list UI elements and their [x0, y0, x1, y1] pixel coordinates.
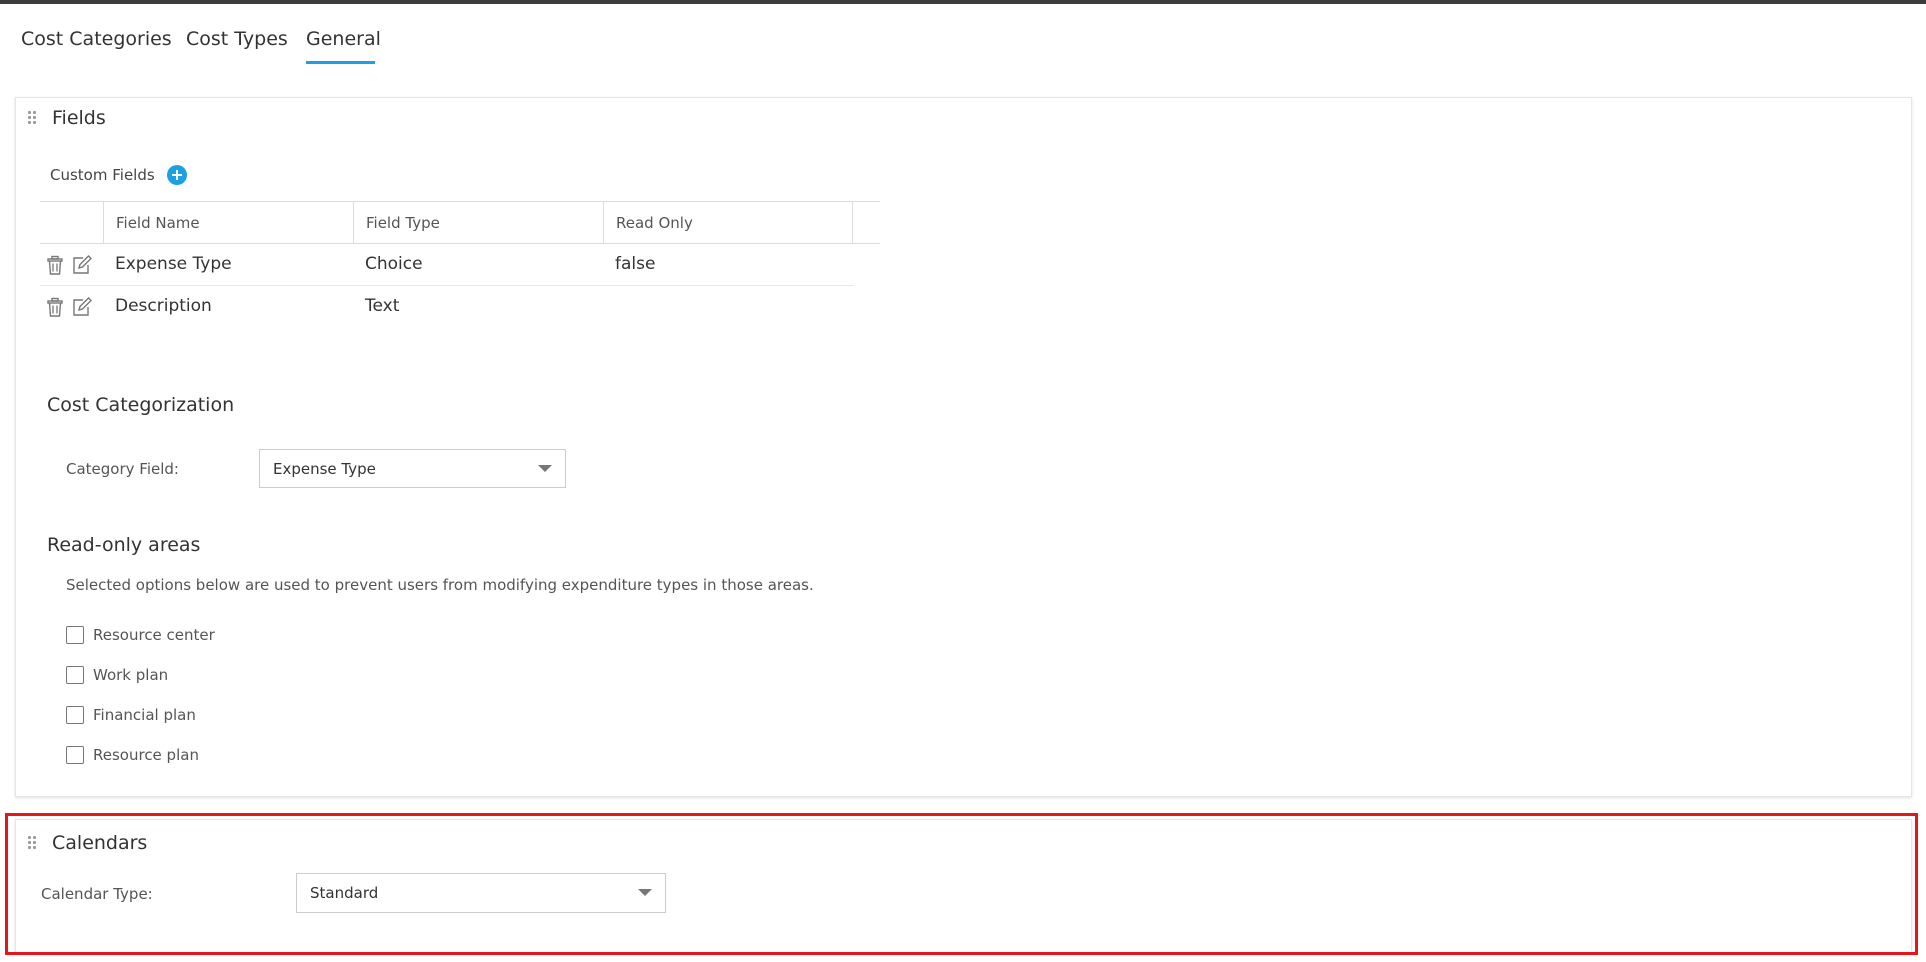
read-only-areas-title: Read-only areas — [47, 534, 201, 556]
column-header-field-name[interactable]: Field Name — [103, 202, 353, 243]
checkbox[interactable] — [66, 666, 84, 684]
column-header-read-only[interactable]: Read Only — [603, 202, 853, 243]
cell-field-name: Expense Type — [115, 254, 232, 274]
checkbox-label[interactable]: Resource plan — [93, 746, 199, 764]
table-header: Field Name Field Type Read Only — [40, 201, 880, 244]
cell-read-only: false — [615, 254, 656, 274]
calendars-panel-title: Calendars — [52, 832, 148, 854]
cost-categorization-title: Cost Categorization — [47, 394, 235, 416]
read-only-areas-description: Selected options below are used to preve… — [66, 576, 814, 594]
cell-read-only — [603, 286, 615, 327]
cell-field-type: Choice — [365, 254, 423, 274]
trash-icon[interactable] — [44, 296, 66, 318]
checkbox-label[interactable]: Financial plan — [93, 706, 196, 724]
chevron-down-icon — [638, 889, 652, 896]
tab-general[interactable]: General — [306, 28, 381, 50]
table-row: Expense Type Choice false — [40, 244, 854, 286]
trash-icon[interactable] — [44, 254, 66, 276]
plus-circle-icon[interactable] — [167, 165, 187, 185]
active-tab-indicator — [306, 61, 375, 64]
checkbox[interactable] — [66, 626, 84, 644]
category-field-label: Category Field: — [66, 460, 179, 478]
column-header-field-type[interactable]: Field Type — [353, 202, 603, 243]
calendar-type-label: Calendar Type: — [41, 885, 153, 903]
checkbox[interactable] — [66, 706, 84, 724]
edit-icon[interactable] — [71, 254, 93, 276]
custom-fields-label: Custom Fields — [50, 166, 155, 184]
category-field-value: Expense Type — [273, 460, 376, 478]
calendar-type-dropdown[interactable]: Standard — [296, 873, 666, 913]
category-field-dropdown[interactable]: Expense Type — [259, 449, 566, 488]
drag-handle-icon[interactable] — [28, 111, 38, 125]
drag-handle-icon[interactable] — [28, 836, 38, 850]
checkbox-label[interactable]: Resource center — [93, 626, 215, 644]
checkbox-label[interactable]: Work plan — [93, 666, 168, 684]
calendar-type-value: Standard — [310, 884, 379, 902]
cell-field-type: Text — [365, 296, 400, 316]
cell-field-name: Description — [115, 296, 212, 316]
fields-panel-title: Fields — [52, 107, 106, 129]
edit-icon[interactable] — [71, 296, 93, 318]
checkbox[interactable] — [66, 746, 84, 764]
table-row: Description Text — [40, 286, 854, 327]
tab-cost-categories[interactable]: Cost Categories — [21, 28, 172, 50]
chevron-down-icon — [538, 465, 552, 472]
tab-cost-types[interactable]: Cost Types — [186, 28, 288, 50]
top-bar — [0, 0, 1926, 4]
custom-fields-table: Field Name Field Type Read Only Expense … — [40, 201, 880, 327]
